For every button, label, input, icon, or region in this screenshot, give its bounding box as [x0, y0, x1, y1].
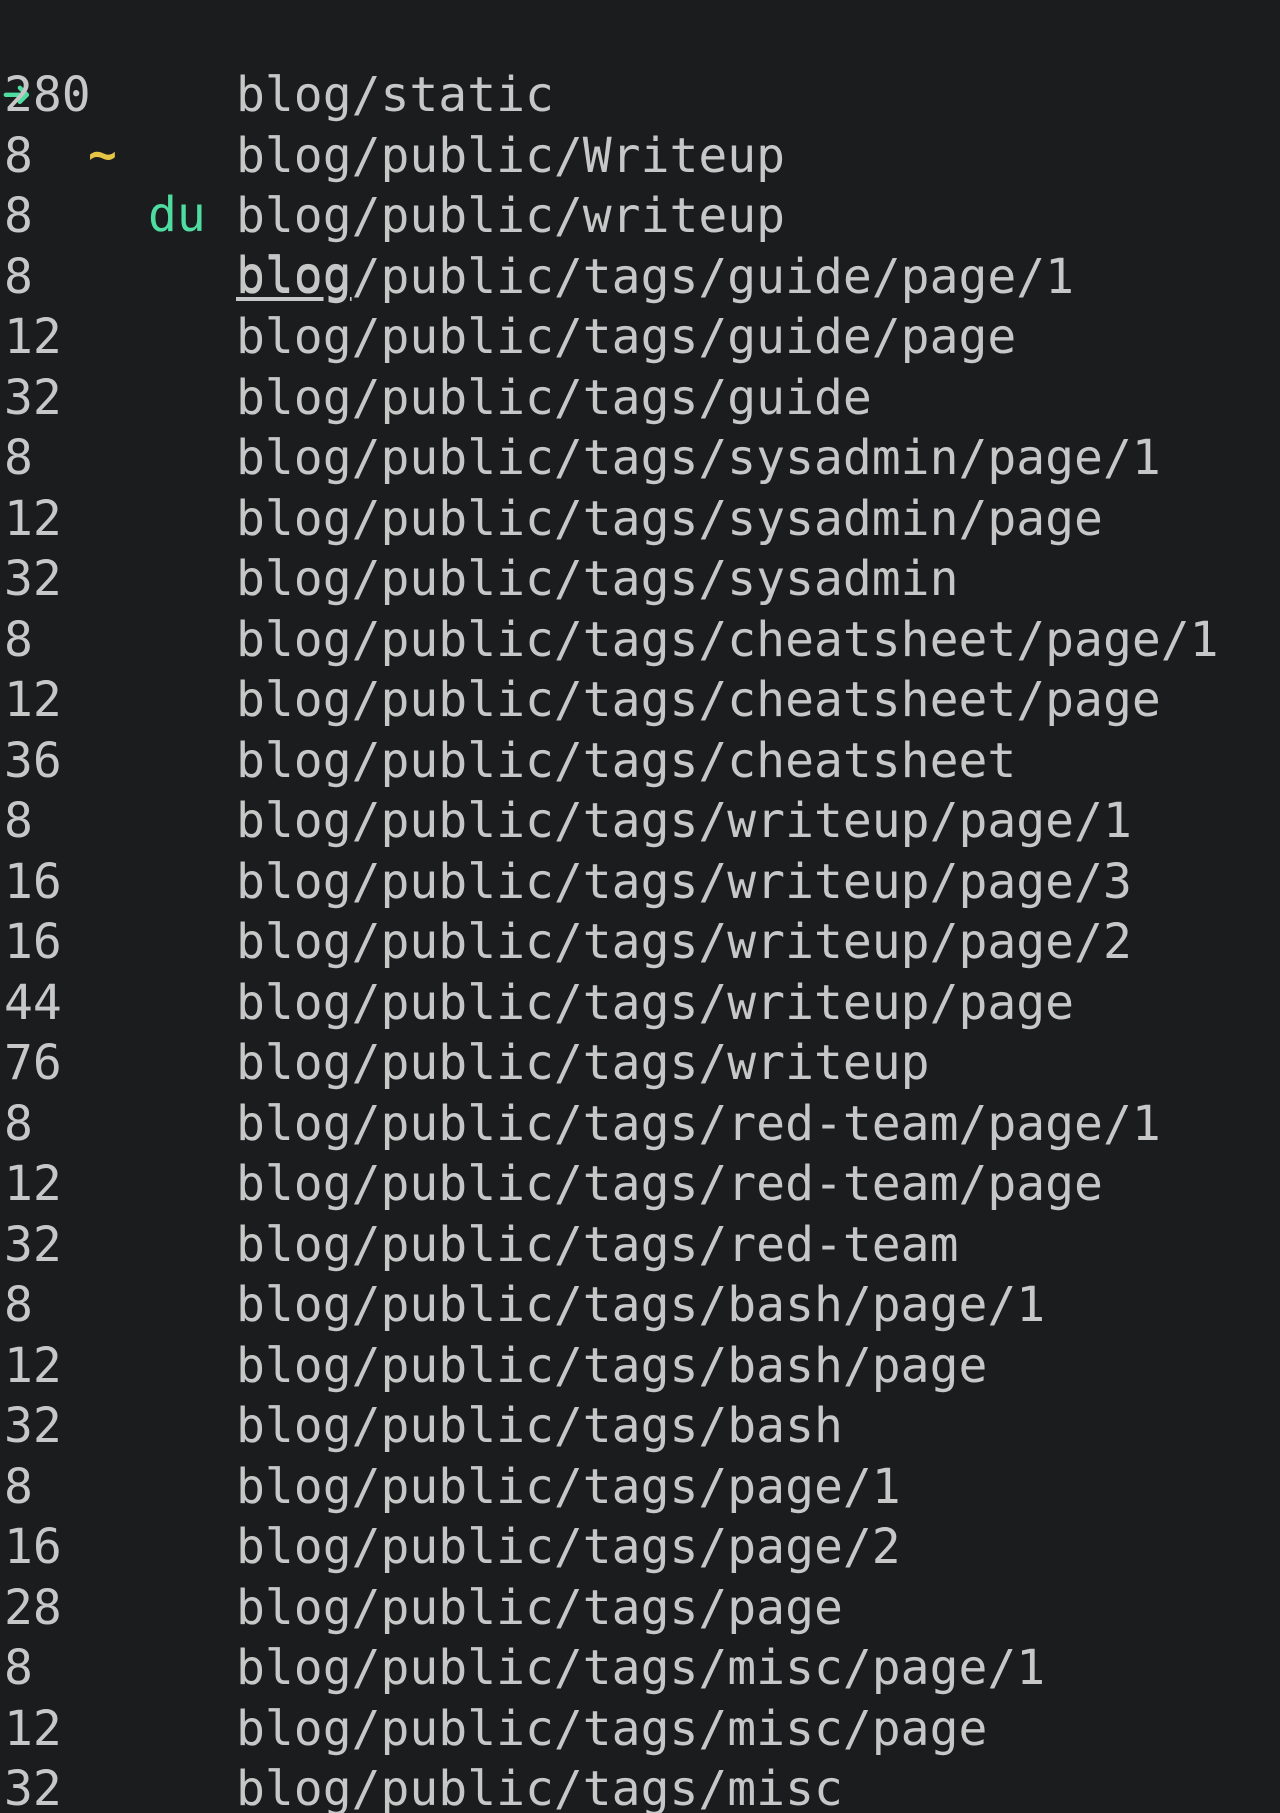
prompt-cwd: ~: [88, 127, 117, 183]
disk-usage-size: 32: [4, 551, 62, 607]
directory-path: blog/public/tags/page: [236, 1579, 843, 1636]
directory-path: blog/public/tags/red-team: [236, 1216, 959, 1273]
directory-path: blog/public/tags/bash/page: [236, 1337, 988, 1394]
disk-usage-size: 44: [4, 974, 62, 1031]
disk-usage-size: 8: [4, 793, 33, 849]
disk-usage-size: 8: [4, 1277, 33, 1333]
disk-usage-size: 8: [4, 430, 33, 486]
disk-usage-size: 32: [4, 1216, 62, 1273]
disk-usage-size: 12: [4, 1156, 62, 1212]
directory-path: blog/public/tags/bash/page/1: [236, 1277, 1046, 1333]
disk-usage-size: 8: [4, 1640, 33, 1696]
directory-path: blog/public/tags/sysadmin/page/1: [236, 430, 1161, 486]
directory-path: blog/public/tags/guide: [236, 369, 872, 426]
prompt-line: ➜ ~ du blog: [0, 5, 352, 303]
disk-usage-size: 16: [4, 914, 62, 970]
disk-usage-size: 32: [4, 1398, 62, 1454]
disk-usage-size: 32: [4, 1761, 62, 1813]
directory-path: blog/public/writeup: [236, 188, 786, 244]
disk-usage-size: 12: [4, 1337, 62, 1394]
directory-path: blog/public/tags/misc: [236, 1761, 843, 1813]
directory-path: blog/public/tags/red-team/page: [236, 1156, 1103, 1212]
command-name: du: [148, 187, 206, 243]
directory-path: blog/public/tags/misc/page/1: [236, 1640, 1046, 1696]
disk-usage-size: 32: [4, 369, 62, 426]
terminal-window[interactable]: ➜ ~ du blog 280 blog/static 8 blog/public/W…: [0, 0, 1280, 1813]
disk-usage-size: 16: [4, 853, 62, 910]
directory-path: blog/public/tags/guide/page/1: [236, 248, 1075, 305]
disk-usage-size: 28: [4, 1579, 62, 1636]
disk-usage-size: 36: [4, 732, 62, 789]
disk-usage-size: 8: [4, 188, 33, 244]
directory-path: blog/public/tags/guide/page: [236, 309, 1017, 365]
disk-usage-size: 12: [4, 490, 62, 547]
directory-path: blog/public/tags/bash: [236, 1398, 843, 1454]
directory-path: blog/public/tags/misc/page: [236, 1700, 988, 1757]
directory-path: blog/public/tags/writeup: [236, 1035, 930, 1091]
directory-path: blog/public/tags/cheatsheet/page: [236, 672, 1161, 728]
directory-path: blog/public/tags/sysadmin: [236, 551, 959, 607]
disk-usage-size: 8: [4, 1095, 33, 1152]
directory-path: blog/public/tags/writeup/page/2: [236, 914, 1132, 970]
disk-usage-size: 12: [4, 1700, 62, 1757]
disk-usage-size: 76: [4, 1035, 62, 1091]
disk-usage-size: 12: [4, 309, 62, 365]
directory-path: blog/public/tags/page/2: [236, 1519, 901, 1575]
directory-path: blog/static: [236, 67, 554, 123]
disk-usage-size: 16: [4, 1519, 62, 1575]
disk-usage-size: 8: [4, 127, 33, 184]
directory-path: blog/public/tags/cheatsheet: [236, 732, 1017, 789]
directory-path: blog/public/tags/cheatsheet/page/1: [236, 611, 1219, 668]
directory-path: blog/public/tags/red-team/page/1: [236, 1095, 1161, 1152]
directory-path: blog/public/tags/page/1: [236, 1458, 901, 1515]
directory-path: blog/public/Writeup: [236, 127, 786, 184]
disk-usage-size: 12: [4, 672, 62, 728]
disk-usage-size: 8: [4, 611, 33, 668]
disk-usage-size: 8: [4, 1458, 33, 1515]
disk-usage-size: 280: [4, 67, 91, 123]
directory-path: blog/public/tags/sysadmin/page: [236, 490, 1103, 547]
directory-path: blog/public/tags/writeup/page/1: [236, 793, 1132, 849]
disk-usage-size: 8: [4, 248, 33, 305]
directory-path: blog/public/tags/writeup/page: [236, 974, 1075, 1031]
directory-path: blog/public/tags/writeup/page/3: [236, 853, 1132, 910]
